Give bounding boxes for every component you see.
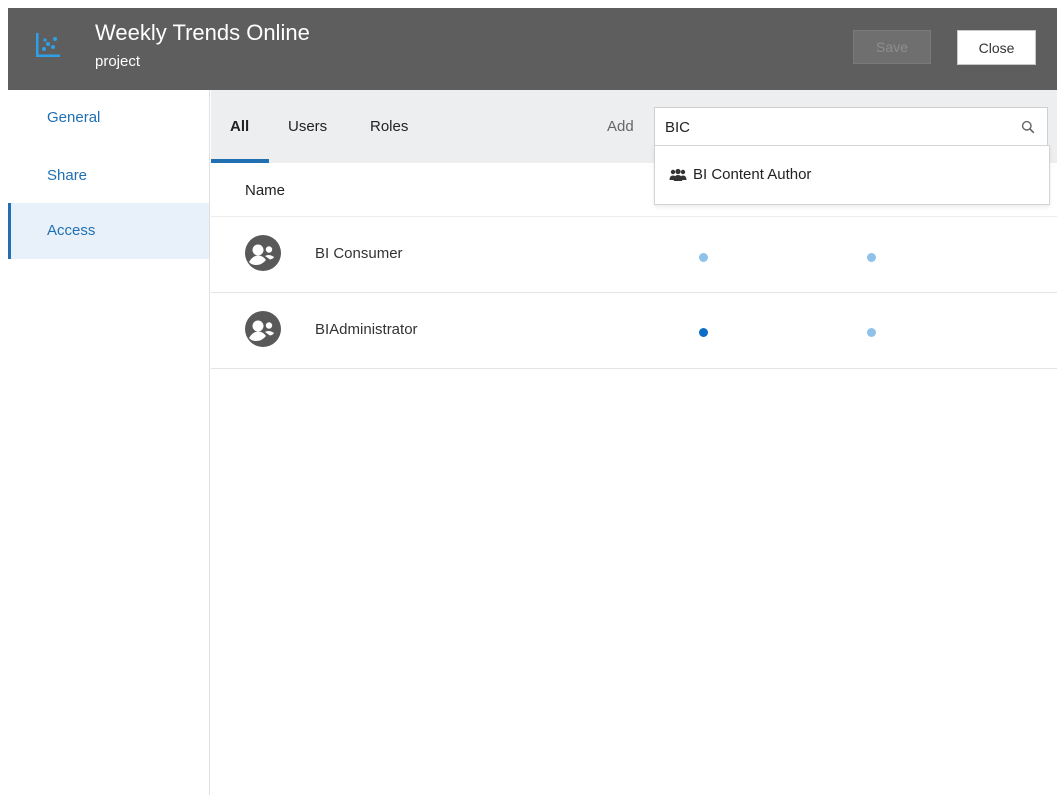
- close-button[interactable]: Close: [957, 30, 1036, 65]
- search-input[interactable]: [665, 116, 1005, 138]
- permission-dot[interactable]: [867, 328, 876, 337]
- search-box[interactable]: [654, 107, 1048, 147]
- row-name: BIAdministrator: [315, 321, 418, 338]
- tab-users[interactable]: Users: [288, 118, 327, 135]
- save-button[interactable]: Save: [853, 30, 931, 64]
- suggestion-item[interactable]: BI Content Author: [669, 166, 811, 183]
- role-avatar-icon: [245, 235, 281, 271]
- access-dialog: Weekly Trends Online project Save Close …: [0, 0, 1061, 795]
- header-bar: Weekly Trends Online project Save Close: [8, 8, 1057, 90]
- row-name: BI Consumer: [315, 245, 403, 262]
- table-row: BI Consumer: [211, 217, 1057, 293]
- suggestion-label: BI Content Author: [693, 166, 812, 183]
- page-subtitle: project: [95, 53, 141, 70]
- sidebar-item-general[interactable]: General: [8, 90, 209, 146]
- table-row: BIAdministrator: [211, 293, 1057, 369]
- permission-dot[interactable]: [699, 328, 708, 337]
- group-icon: [669, 168, 687, 181]
- add-label: Add: [607, 118, 634, 135]
- sidebar-item-access[interactable]: Access: [8, 203, 209, 259]
- members-table: Name BI Consumer BIAdministrator: [211, 163, 1057, 795]
- role-avatar-icon: [245, 311, 281, 347]
- column-header-name: Name: [245, 182, 286, 199]
- permission-dot[interactable]: [867, 253, 876, 262]
- sidebar: General Share Access: [8, 90, 210, 795]
- tab-roles[interactable]: Roles: [370, 118, 408, 135]
- tab-all[interactable]: All: [230, 118, 249, 135]
- search-suggestions-dropdown: BI Content Author: [654, 145, 1050, 205]
- page-title: Weekly Trends Online: [95, 20, 310, 45]
- search-icon[interactable]: [1021, 120, 1035, 134]
- sidebar-item-share[interactable]: Share: [8, 148, 209, 204]
- permission-dot[interactable]: [699, 253, 708, 262]
- chart-icon: [36, 33, 60, 57]
